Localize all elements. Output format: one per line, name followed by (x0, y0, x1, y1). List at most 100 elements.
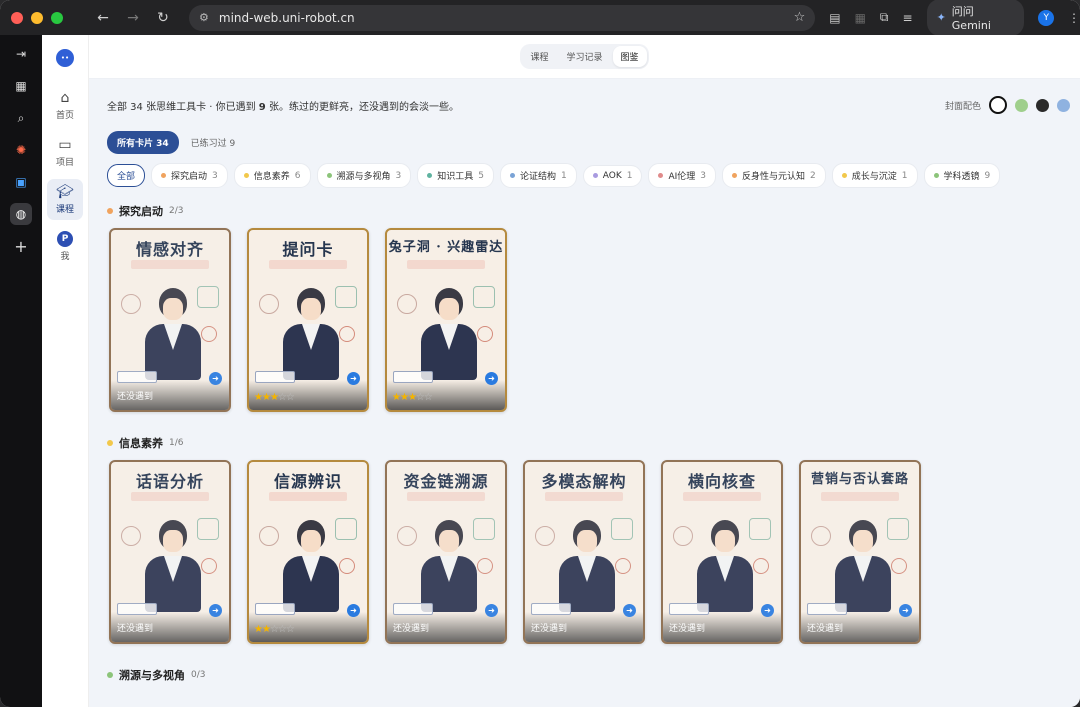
app-logo[interactable]: •• (56, 49, 74, 67)
card-row: 话语分析 ➜ 还没遇到 信源辨识 ➜ ★★☆☆☆ 资金链溯源 ➜ 还没遇到 多模态解构 ➜ 还没遇到横… (109, 460, 1080, 644)
card-tool-strip (531, 603, 571, 615)
forward-icon[interactable]: → (121, 10, 145, 26)
address-bar[interactable]: ⚙ mind-web.uni-robot.cn ☆ (189, 4, 816, 31)
tool-card[interactable]: 资金链溯源 ➜ 还没遇到 (385, 460, 507, 644)
filter-chip[interactable]: 学科透镜 9 (923, 163, 1001, 188)
tool-card[interactable]: 提问卡 ➜ ★★★☆☆ (247, 228, 369, 412)
sidebar-item-courses[interactable]: 🎓︎ 课程 (47, 179, 83, 220)
url-text: mind-web.uni-robot.cn (218, 10, 355, 25)
sidebar-item-label: 首页 (55, 111, 74, 121)
arrow-right-icon[interactable]: ➜ (761, 604, 774, 617)
site-settings-icon[interactable]: ⚙ (199, 11, 209, 24)
filter-chip[interactable]: 成长与沉淀 1 (831, 163, 918, 188)
illustration-deco1 (259, 526, 279, 546)
card-illustration (807, 506, 913, 614)
arrow-right-icon[interactable]: ➜ (209, 372, 222, 385)
star-icon: ☆ (277, 624, 287, 635)
media-control-icon[interactable]: ≡ (903, 11, 913, 25)
card-subtitle-band (545, 492, 623, 501)
arrow-right-icon[interactable]: ➜ (347, 372, 360, 385)
document-icon[interactable]: ▤ (829, 11, 840, 25)
sparkle-icon[interactable]: ✺ (10, 139, 32, 161)
tool-card[interactable]: 横向核查 ➜ 还没遇到 (661, 460, 783, 644)
home-icon: ⌂ (60, 90, 70, 106)
arrow-right-icon[interactable]: ➜ (485, 604, 498, 617)
arrow-right-icon[interactable]: ➜ (899, 604, 912, 617)
tool-card[interactable]: 话语分析 ➜ 还没遇到 (109, 460, 231, 644)
filter-chip[interactable]: 溯源与多视角 3 (316, 163, 412, 188)
illustration-face (439, 298, 459, 320)
tool-card[interactable]: 信源辨识 ➜ ★★☆☆☆ (247, 460, 369, 644)
profile-avatar[interactable]: Y (1038, 9, 1054, 26)
bookmark-star-icon[interactable]: ☆ (794, 10, 806, 25)
arrow-right-icon[interactable]: ➜ (209, 604, 222, 617)
add-icon[interactable]: + (10, 235, 32, 257)
section-header: 探究启动 2/3 (107, 202, 1080, 220)
gemini-button[interactable]: ✦ 问问 Gemini (926, 0, 1025, 36)
section-header: 溯源与多视角 0/3 (107, 666, 1080, 684)
cover-color-blue[interactable] (1057, 98, 1070, 112)
cover-color-green[interactable] (1015, 98, 1028, 112)
tab-practiced-cards[interactable]: 已练习过 9 (183, 131, 244, 154)
sidebar-item-label: 项目 (55, 158, 74, 168)
arrow-right-icon[interactable]: ➜ (347, 604, 360, 617)
search-list-icon[interactable]: ⌕ (10, 107, 32, 129)
illustration-deco2 (335, 518, 357, 540)
filter-chip-count: 9 (984, 170, 991, 181)
illustration-face (715, 530, 735, 552)
filter-chip[interactable]: 反身性与元认知 2 (722, 163, 826, 188)
card-subtitle-band (269, 260, 347, 269)
more-menu-icon[interactable]: ⋮ (1068, 11, 1080, 25)
grid-icon[interactable]: ▦ (10, 75, 32, 97)
arrow-right-icon[interactable]: ➜ (623, 604, 636, 617)
tool-card[interactable]: 情感对齐 ➜ 还没遇到 (109, 228, 231, 412)
category-dot (841, 173, 847, 178)
minimize-window-button[interactable] (31, 11, 43, 24)
tool-card[interactable]: 多模态解构 ➜ 还没遇到 (523, 460, 645, 644)
illustration-deco1 (121, 294, 141, 314)
maximize-window-button[interactable] (51, 11, 63, 24)
tab-collection[interactable]: 图鉴 (612, 46, 647, 67)
back-icon[interactable]: ← (91, 10, 115, 26)
reload-icon[interactable]: ↻ (151, 10, 175, 26)
filter-chip-count: 6 (294, 170, 301, 181)
filter-chip[interactable]: 信息素养 6 (233, 163, 311, 188)
extension-icon[interactable]: ▦ (855, 11, 866, 25)
user-avatar: P (57, 231, 73, 247)
tab-all-cards[interactable]: 所有卡片 34 (107, 130, 179, 154)
cover-color-white[interactable] (989, 96, 1007, 114)
category-dot (427, 173, 433, 178)
cover-color-black[interactable] (1036, 98, 1049, 112)
filter-chip[interactable]: 全部 (107, 164, 146, 187)
filter-chip[interactable]: AOK 1 (582, 164, 643, 187)
sidebar-item-home[interactable]: ⌂ 首页 (47, 85, 83, 126)
tool-card[interactable]: 营销与否认套路 ➜ 还没遇到 (799, 460, 921, 644)
section-count: 0/3 (191, 670, 206, 680)
tab-courses[interactable]: 课程 (522, 46, 556, 67)
illustration-face (163, 530, 183, 552)
illustration-deco3 (615, 558, 631, 574)
card-tool-strip (255, 603, 295, 615)
card-sections: 探究启动 2/3 情感对齐 ➜ 还没遇到 提问卡 ➜ ★★★☆☆ 兔子洞 · 兴趣雷达 ➜ ★★★☆… (107, 202, 1080, 684)
close-window-button[interactable] (11, 11, 23, 24)
filter-chip[interactable]: 论证结构 1 (500, 163, 577, 188)
filter-chip[interactable]: AI伦理 3 (648, 163, 717, 188)
filter-chip[interactable]: 探究启动 3 (151, 163, 228, 188)
card-status: 还没遇到 (807, 624, 844, 634)
globe-icon[interactable]: ◍ (10, 203, 32, 225)
illustration-face (577, 530, 597, 552)
puzzle-icon[interactable]: ⧉ (880, 10, 889, 25)
illustration-deco2 (473, 518, 495, 540)
sidebar-item-projects[interactable]: ▭ 项目 (47, 132, 83, 173)
sidebar-toggle-icon[interactable]: ⇥ (10, 43, 32, 65)
sidebar-item-me[interactable]: P 我 (47, 226, 83, 267)
tool-card[interactable]: 兔子洞 · 兴趣雷达 ➜ ★★★☆☆ (385, 228, 507, 412)
robot-icon[interactable]: ▣ (10, 171, 32, 193)
filter-chip[interactable]: 知识工具 5 (417, 163, 495, 188)
tab-learning-record[interactable]: 学习记录 (558, 46, 610, 67)
card-subtitle-band (407, 260, 485, 269)
star-rating: ★★☆☆☆ (254, 624, 295, 635)
card-illustration (117, 506, 223, 614)
arrow-right-icon[interactable]: ➜ (485, 372, 498, 385)
illustration-deco1 (397, 294, 417, 314)
